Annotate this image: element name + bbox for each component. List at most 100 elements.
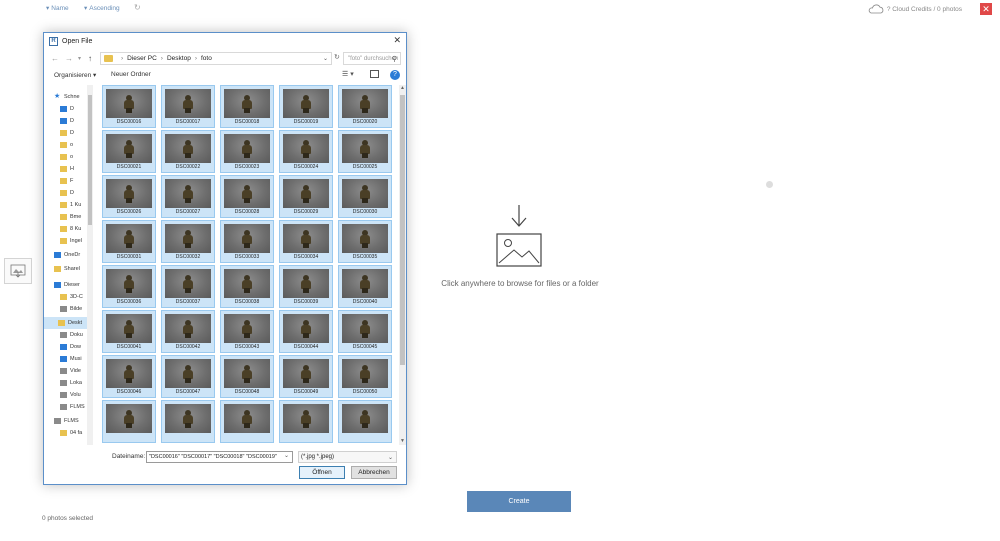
upload-tool-button[interactable] <box>4 258 32 284</box>
nav-item[interactable]: Sharel <box>54 263 88 275</box>
file-thumbnail[interactable]: DSC00036 <box>102 265 156 308</box>
photo-preview <box>342 179 388 208</box>
photo-preview <box>106 134 152 163</box>
folder-icon <box>60 166 67 172</box>
file-thumbnail[interactable]: DSC00033 <box>220 220 274 263</box>
file-thumbnail[interactable] <box>279 400 333 443</box>
file-thumbnail[interactable] <box>220 400 274 443</box>
file-thumbnail[interactable]: DSC00025 <box>338 130 392 173</box>
nav-item[interactable]: FLMS <box>54 415 88 427</box>
file-thumbnail[interactable]: DSC00039 <box>279 265 333 308</box>
image-icon <box>60 306 67 312</box>
file-thumbnail[interactable]: DSC00048 <box>220 355 274 398</box>
photo-preview <box>283 179 329 208</box>
file-thumbnail[interactable]: DSC00035 <box>338 220 392 263</box>
nav-item[interactable]: OneDr <box>54 249 88 261</box>
file-thumbnail[interactable]: DSC00044 <box>279 310 333 353</box>
create-button[interactable]: Create <box>467 491 571 512</box>
file-thumbnail[interactable]: DSC00034 <box>279 220 333 263</box>
cancel-button[interactable]: Abbrechen <box>351 466 397 479</box>
nav-item[interactable]: Dieser <box>54 279 88 291</box>
breadcrumb-item[interactable]: foto <box>201 55 212 62</box>
file-thumbnail[interactable]: DSC00047 <box>161 355 215 398</box>
file-thumbnail[interactable]: DSC00024 <box>279 130 333 173</box>
scrollbar-thumb[interactable] <box>400 95 405 365</box>
nav-item-label: F <box>70 178 74 184</box>
scroll-up-icon[interactable]: ▲ <box>399 85 406 91</box>
organize-menu[interactable]: Organisieren ▾ <box>54 71 96 79</box>
file-thumbnail[interactable]: DSC00030 <box>338 175 392 218</box>
file-thumbnail[interactable]: DSC00031 <box>102 220 156 263</box>
file-thumbnail[interactable]: DSC00038 <box>220 265 274 308</box>
scrollbar-thumb[interactable] <box>88 95 92 225</box>
file-thumbnail[interactable]: DSC00019 <box>279 85 333 128</box>
nav-scrollbar[interactable] <box>87 85 93 445</box>
nav-item[interactable]: ★ Schne <box>54 91 88 103</box>
dialog-titlebar[interactable]: R Open File ✕ <box>44 33 406 49</box>
file-thumbnail[interactable]: DSC00046 <box>102 355 156 398</box>
file-thumbnail[interactable]: DSC00028 <box>220 175 274 218</box>
file-thumbnail[interactable] <box>102 400 156 443</box>
forward-arrow-icon[interactable]: → <box>65 54 73 63</box>
address-bar[interactable]: › Dieser PC › Desktop › foto ⌄ <box>100 52 332 65</box>
up-arrow-icon[interactable]: ↑ <box>88 54 92 63</box>
file-thumbnail[interactable] <box>161 400 215 443</box>
nav-item[interactable]: Deskt <box>44 317 92 329</box>
new-folder-button[interactable]: Neuer Ordner <box>111 71 151 78</box>
folder-icon <box>60 226 67 232</box>
nav-item-label: Dow <box>70 344 82 350</box>
file-name: DSC00031 <box>116 254 142 260</box>
file-name: DSC00043 <box>234 344 260 350</box>
file-thumbnail[interactable]: DSC00032 <box>161 220 215 263</box>
file-thumbnail[interactable]: DSC00022 <box>161 130 215 173</box>
file-thumbnail[interactable]: DSC00018 <box>220 85 274 128</box>
file-thumbnail[interactable]: DSC00040 <box>338 265 392 308</box>
help-icon[interactable]: ? <box>390 70 400 80</box>
breadcrumb-item[interactable]: Desktop <box>167 55 191 62</box>
search-input[interactable]: "foto" durchsuchen ⚲ <box>343 52 401 65</box>
photo-preview <box>283 269 329 298</box>
open-button[interactable]: Öffnen <box>299 466 345 479</box>
file-thumbnail[interactable]: DSC00026 <box>102 175 156 218</box>
back-arrow-icon[interactable]: ← <box>51 54 59 63</box>
file-thumbnail[interactable]: DSC00045 <box>338 310 392 353</box>
view-options-icon[interactable]: ☰ ▾ <box>342 70 354 78</box>
file-thumbnail[interactable]: DSC00027 <box>161 175 215 218</box>
navigation-pane[interactable]: ★ Schne D D Do o H F D 1 Ku Bme 8 Ku Ingel OneDr Share… <box>44 85 92 445</box>
file-thumbnail[interactable]: DSC00043 <box>220 310 274 353</box>
cloud-credits[interactable]: ? Cloud Credits / 0 photos <box>868 4 962 14</box>
preview-pane-icon[interactable] <box>370 70 379 78</box>
filename-input[interactable]: "DSC00016" "DSC00017" "DSC00018" "DSC000… <box>146 451 293 463</box>
dialog-close-button[interactable]: ✕ <box>393 35 401 46</box>
chevron-down-icon[interactable]: ⌄ <box>323 55 328 62</box>
chevron-down-icon[interactable]: ⌄ <box>284 452 289 459</box>
file-name: DSC00019 <box>293 119 319 125</box>
open-file-dialog: R Open File ✕ ← → ▾ ↑ › Dieser PC › Desk… <box>43 32 407 485</box>
statue-figure <box>360 365 370 383</box>
file-grid-scrollbar[interactable]: ▲ ▼ <box>399 85 406 445</box>
photo-preview <box>283 224 329 253</box>
file-thumbnail[interactable]: DSC00049 <box>279 355 333 398</box>
scroll-down-icon[interactable]: ▼ <box>399 438 406 444</box>
file-thumbnail[interactable]: DSC00050 <box>338 355 392 398</box>
file-thumbnail[interactable]: DSC00041 <box>102 310 156 353</box>
search-icon: ⚲ <box>391 56 397 63</box>
drop-zone[interactable]: Click anywhere to browse for files or a … <box>430 205 610 295</box>
refresh-icon[interactable]: ↻ <box>334 53 340 61</box>
recent-dropdown-icon[interactable]: ▾ <box>78 55 81 62</box>
file-thumbnail[interactable]: DSC00021 <box>102 130 156 173</box>
file-thumbnail[interactable]: DSC00037 <box>161 265 215 308</box>
close-app-button[interactable]: ✕ <box>980 3 992 15</box>
refresh-icon[interactable]: ↻ <box>134 3 141 12</box>
sort-field-dropdown[interactable]: ▾ Name <box>46 4 69 13</box>
file-thumbnail[interactable]: DSC00016 <box>102 85 156 128</box>
sort-order-dropdown[interactable]: ▾ Ascending <box>84 4 120 13</box>
filetype-select[interactable]: (*.jpg *.jpeg) ⌄ <box>298 451 397 463</box>
file-thumbnail[interactable]: DSC00029 <box>279 175 333 218</box>
file-thumbnail[interactable]: DSC00017 <box>161 85 215 128</box>
file-thumbnail[interactable] <box>338 400 392 443</box>
file-thumbnail[interactable]: DSC00042 <box>161 310 215 353</box>
file-thumbnail[interactable]: DSC00023 <box>220 130 274 173</box>
file-thumbnail[interactable]: DSC00020 <box>338 85 392 128</box>
breadcrumb-item[interactable]: Dieser PC <box>127 55 157 62</box>
